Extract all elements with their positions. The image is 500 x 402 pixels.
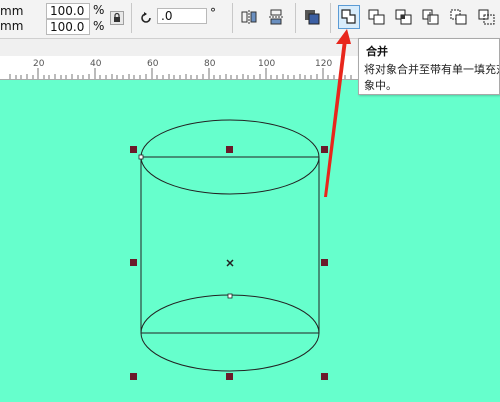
handle-middle-left bbox=[130, 259, 137, 266]
percent-y-label: % bbox=[93, 19, 105, 33]
to-front-icon[interactable] bbox=[304, 9, 320, 25]
ruler-label: 60 bbox=[147, 59, 159, 69]
scale-x-field[interactable]: 100.0 bbox=[46, 3, 90, 19]
tooltip-title: 合并 bbox=[366, 45, 388, 58]
handle-bottom-right bbox=[321, 373, 328, 380]
weld-tooltip: 合并 将对象合并至带有单一填充对象中。 bbox=[358, 38, 500, 95]
handle-top-left bbox=[130, 146, 137, 153]
ruler-label: 20 bbox=[33, 59, 45, 69]
tooltip-description: 将对象合并至带有单一填充对象中。 bbox=[364, 63, 499, 92]
mirror-horizontal-icon[interactable] bbox=[241, 9, 257, 25]
width-unit: mm bbox=[0, 4, 24, 18]
percent-x-label: % bbox=[93, 3, 105, 17]
trim-icon[interactable] bbox=[368, 9, 386, 25]
handle-bottom-center bbox=[226, 373, 233, 380]
ruler-label: 80 bbox=[204, 59, 216, 69]
scale-y-field[interactable]: 100.0 bbox=[46, 19, 90, 35]
cylinder-drawing[interactable] bbox=[0, 80, 500, 402]
degree-symbol: ° bbox=[210, 6, 216, 20]
rotation-angle-field[interactable]: .0 bbox=[157, 8, 207, 24]
height-unit: mm bbox=[0, 19, 24, 33]
back-minus-front-icon[interactable] bbox=[478, 9, 496, 25]
handle-middle-right bbox=[321, 259, 328, 266]
simplify-icon[interactable] bbox=[422, 9, 440, 25]
center-mark-icon bbox=[226, 259, 234, 267]
node-point bbox=[138, 154, 144, 160]
rotate-icon bbox=[139, 10, 153, 24]
weld-icon bbox=[341, 9, 356, 24]
weld-button[interactable] bbox=[338, 5, 360, 29]
mirror-vertical-icon[interactable] bbox=[268, 9, 284, 25]
drawing-canvas[interactable] bbox=[0, 80, 500, 402]
handle-top-center bbox=[226, 146, 233, 153]
lock-icon[interactable] bbox=[110, 10, 124, 25]
handle-top-right bbox=[321, 146, 328, 153]
intersect-icon[interactable] bbox=[395, 9, 413, 25]
front-minus-back-icon[interactable] bbox=[450, 9, 468, 25]
ruler-label: 40 bbox=[90, 59, 102, 69]
node-point bbox=[227, 293, 233, 299]
handle-bottom-left bbox=[130, 373, 137, 380]
ruler-label: 120 bbox=[315, 59, 333, 69]
property-bar: mm mm 100.0 100.0 % % .0 ° bbox=[0, 0, 500, 39]
ruler-label: 100 bbox=[258, 59, 276, 69]
